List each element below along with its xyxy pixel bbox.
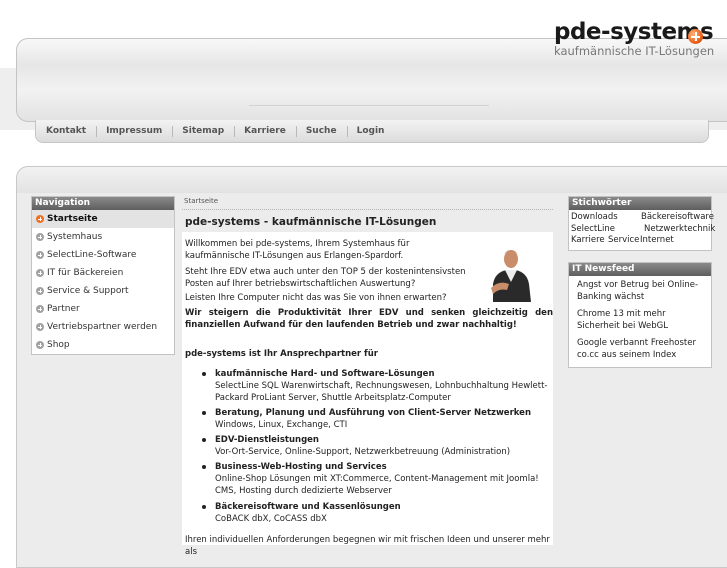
nav-item-label: Vertriebspartner werden <box>47 322 158 332</box>
nav-item-vertriebspartner-werden[interactable]: Vertriebspartner werden <box>32 318 174 336</box>
nav-item-startseite[interactable]: Startseite <box>32 210 174 228</box>
topnav-link-suche[interactable]: Suche <box>295 120 347 142</box>
service-title: kaufmännische Hard- und Software-Lösunge… <box>215 369 435 379</box>
news-item[interactable]: Chrome 13 mit mehr Sicherheit bei WebGL <box>569 305 711 334</box>
nav-item-it-fuer-baeckereien[interactable]: IT für Bäckereien <box>32 264 174 282</box>
keyword-link[interactable]: Netzwerktechnik <box>644 224 715 235</box>
keyword-link[interactable]: Bäckereisoftware <box>641 212 714 223</box>
navigation-box: Navigation Startseite Systemhaus SelectL… <box>31 196 175 355</box>
topnav-link-sitemap[interactable]: Sitemap <box>172 120 234 142</box>
paragraph-contact-partner: pde-systems ist Ihr Ansprechpartner für <box>185 349 378 359</box>
nav-item-selectline-software[interactable]: SelectLine-Software <box>32 246 174 264</box>
intro-text: Willkommen bei pde-systems, Ihrem System… <box>185 239 410 261</box>
keyword-link[interactable]: Downloads <box>571 212 618 223</box>
nav-item-label: Systemhaus <box>47 232 103 242</box>
service-description: Online-Shop Lösungen mit XT:Commerce, Co… <box>215 474 539 496</box>
topnav-link-login[interactable]: Login <box>346 120 395 142</box>
service-description: SelectLine SQL Warenwirtschaft, Rechnung… <box>215 381 548 403</box>
keyword-link[interactable]: Karriere <box>571 235 605 246</box>
plus-bullet-icon <box>36 305 44 313</box>
nav-item-partner[interactable]: Partner <box>32 300 174 318</box>
paragraph-computer: Leisten Ihre Computer nicht das was Sie … <box>185 293 447 303</box>
nav-item-service-support[interactable]: Service & Support <box>32 282 174 300</box>
service-description: Vor-Ort-Service, Online-Support, Netzwer… <box>215 447 511 457</box>
keyword-link[interactable]: SelectLine <box>571 224 615 235</box>
paragraph-productivity: Wir steigern die Produktivität Ihrer EDV… <box>185 308 553 330</box>
header-divider <box>249 105 489 106</box>
page-title: pde-systems - kaufmännische IT-Lösungen <box>185 216 437 228</box>
service-description: CoBACK dbX, CoCASS dbX <box>215 514 327 524</box>
nav-item-label: IT für Bäckereien <box>47 268 124 278</box>
plus-bullet-icon <box>36 215 44 223</box>
content-area: pde-systems - kaufmännische IT-Lösungen … <box>182 216 555 557</box>
top-navigation: Kontakt Impressum Sitemap Karriere Suche… <box>35 120 709 143</box>
service-item: kaufmännische Hard- und Software-Lösunge… <box>202 368 555 404</box>
breadcrumb-divider <box>182 209 553 210</box>
nav-item-systemhaus[interactable]: Systemhaus <box>32 228 174 246</box>
service-title: Business-Web-Hosting und Services <box>215 462 387 472</box>
service-item: Business-Web-Hosting und Services Online… <box>202 461 555 497</box>
topnav-link-kontakt[interactable]: Kontakt <box>36 120 96 142</box>
plus-bullet-icon <box>36 287 44 295</box>
breadcrumb[interactable]: Startseite <box>184 197 218 205</box>
service-title: Beratung, Planung und Ausführung von Cli… <box>215 408 531 418</box>
person-photo <box>491 250 531 302</box>
service-title: Bäckereisoftware und Kassenlösungen <box>215 502 401 512</box>
service-item: Bäckereisoftware und Kassenlösungen CoBA… <box>202 501 555 525</box>
topnav-link-karriere[interactable]: Karriere <box>234 120 296 142</box>
keyword-link[interactable]: Service <box>608 235 639 246</box>
service-title: EDV-Dienstleistungen <box>215 435 319 445</box>
keywords-title: Stichwörter <box>569 197 711 210</box>
keywords-box: Stichwörter Downloads Bäckereisoftware S… <box>568 196 715 251</box>
service-item: Beratung, Planung und Ausführung von Cli… <box>202 407 555 431</box>
plus-bullet-icon <box>36 323 44 331</box>
nav-item-label: SelectLine-Software <box>47 250 137 260</box>
logo-tagline: kaufmännische IT-Lösungen <box>554 44 715 58</box>
plus-bullet-icon <box>36 269 44 277</box>
paragraph-closing: Ihren individuellen Anforderungen begegn… <box>185 535 550 557</box>
plus-bullet-icon <box>36 341 44 349</box>
newsfeed-box: IT Newsfeed Angst vor Betrug bei Online-… <box>568 262 712 368</box>
nav-item-label: Service & Support <box>47 286 129 296</box>
service-description: Windows, Linux, Exchange, CTI <box>215 420 348 430</box>
plus-bullet-icon <box>36 233 44 241</box>
navigation-title: Navigation <box>32 197 174 210</box>
logo-plus-icon <box>688 29 703 44</box>
newsfeed-title: IT Newsfeed <box>569 263 711 276</box>
nav-item-label: Shop <box>47 340 70 350</box>
service-item: EDV-Dienstleistungen Vor-Ort-Service, On… <box>202 434 555 458</box>
topnav-link-impressum[interactable]: Impressum <box>96 120 172 142</box>
nav-item-shop[interactable]: Shop <box>32 336 174 354</box>
news-item[interactable]: Angst vor Betrug bei Online-Banking wäch… <box>569 276 711 305</box>
plus-bullet-icon <box>36 251 44 259</box>
nav-item-label: Startseite <box>47 214 98 224</box>
paragraph-top5: Steht Ihre EDV etwa auch unter den TOP 5… <box>185 267 466 289</box>
keyword-link[interactable]: Internet <box>640 235 674 246</box>
news-item[interactable]: Google verbannt Freehoster co.cc aus sei… <box>569 334 711 363</box>
nav-item-label: Partner <box>47 304 80 314</box>
